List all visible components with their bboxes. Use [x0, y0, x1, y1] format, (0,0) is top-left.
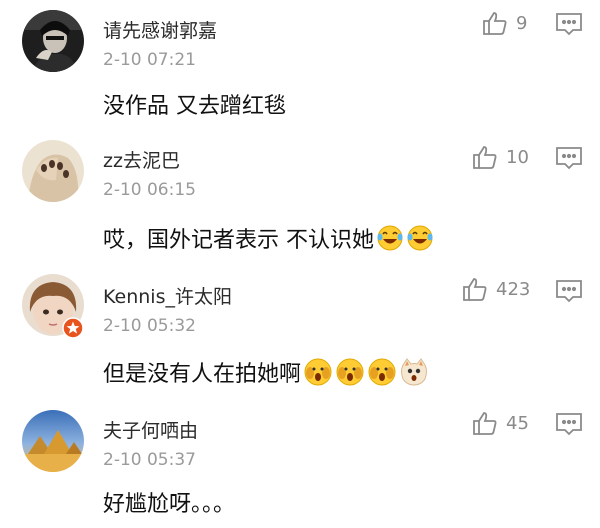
like-button[interactable]: 423 — [462, 276, 530, 302]
thumbs-up-icon — [463, 278, 487, 301]
like-button[interactable]: 45 — [472, 410, 529, 436]
like-count: 10 — [506, 146, 529, 168]
like-button[interactable]: 10 — [472, 144, 529, 170]
star-badge-icon — [62, 317, 84, 339]
username[interactable]: 夫子何哂由 — [103, 416, 198, 443]
like-count: 45 — [506, 412, 529, 434]
like-button[interactable]: 9 — [482, 10, 527, 36]
like-count: 9 — [516, 12, 528, 34]
comment-text: 但是没有人在拍她啊 — [103, 356, 429, 388]
comment-bubble-icon — [556, 147, 582, 170]
comment-text-content: 没作品 又去蹭红毯 — [103, 94, 286, 119]
scared-face-emoji — [304, 358, 332, 386]
reply-button[interactable] — [555, 412, 583, 436]
username[interactable]: zz去泥巴 — [103, 146, 180, 173]
comment-text-content: 但是没有人在拍她啊 — [103, 362, 302, 387]
comment-item: Kennis_许太阳 2-10 05:32 423 但是没有人在拍她啊 — [0, 262, 600, 398]
comment-item: 请先感谢郭嘉 2-10 07:21 9 没作品 又去蹭红毯 — [0, 0, 600, 130]
comment-bubble-icon — [556, 280, 582, 303]
username[interactable]: 请先感谢郭嘉 — [103, 16, 217, 43]
timestamp: 2-10 07:21 — [103, 50, 196, 70]
comment-text-content: 好尴尬呀。。。 — [103, 492, 236, 517]
laughing-tears-emoji — [377, 225, 403, 251]
timestamp: 2-10 05:37 — [103, 450, 196, 470]
timestamp: 2-10 06:15 — [103, 180, 196, 200]
reply-button[interactable] — [555, 12, 583, 36]
comment-item: 夫子何哂由 2-10 05:37 45 好尴尬呀。。。 — [0, 398, 600, 528]
scared-cat-emoji — [401, 358, 428, 386]
thumbs-up-icon — [473, 412, 497, 435]
comment-text-content: 哎，国外记者表示 不认识她 — [103, 228, 374, 253]
username[interactable]: Kennis_许太阳 — [103, 282, 232, 309]
comment-item: zz去泥巴 2-10 06:15 10 哎，国外记者表示 不认识她 — [0, 130, 600, 262]
avatar[interactable] — [22, 140, 84, 202]
thumbs-up-icon — [473, 146, 497, 169]
comment-text: 好尴尬呀。。。 — [103, 486, 235, 518]
scared-face-emoji — [368, 358, 396, 386]
avatar[interactable] — [22, 410, 84, 472]
laughing-tears-emoji — [407, 225, 433, 251]
timestamp: 2-10 05:32 — [103, 316, 196, 336]
comment-bubble-icon — [556, 413, 582, 436]
reply-button[interactable] — [555, 279, 583, 303]
avatar[interactable] — [22, 10, 84, 72]
comment-bubble-icon — [556, 13, 582, 36]
scared-face-emoji — [336, 358, 364, 386]
like-count: 423 — [496, 278, 531, 300]
thumbs-up-icon — [483, 12, 507, 35]
reply-button[interactable] — [555, 146, 583, 170]
comment-text: 没作品 又去蹭红毯 — [103, 88, 286, 120]
comment-text: 哎，国外记者表示 不认识她 — [103, 222, 434, 254]
